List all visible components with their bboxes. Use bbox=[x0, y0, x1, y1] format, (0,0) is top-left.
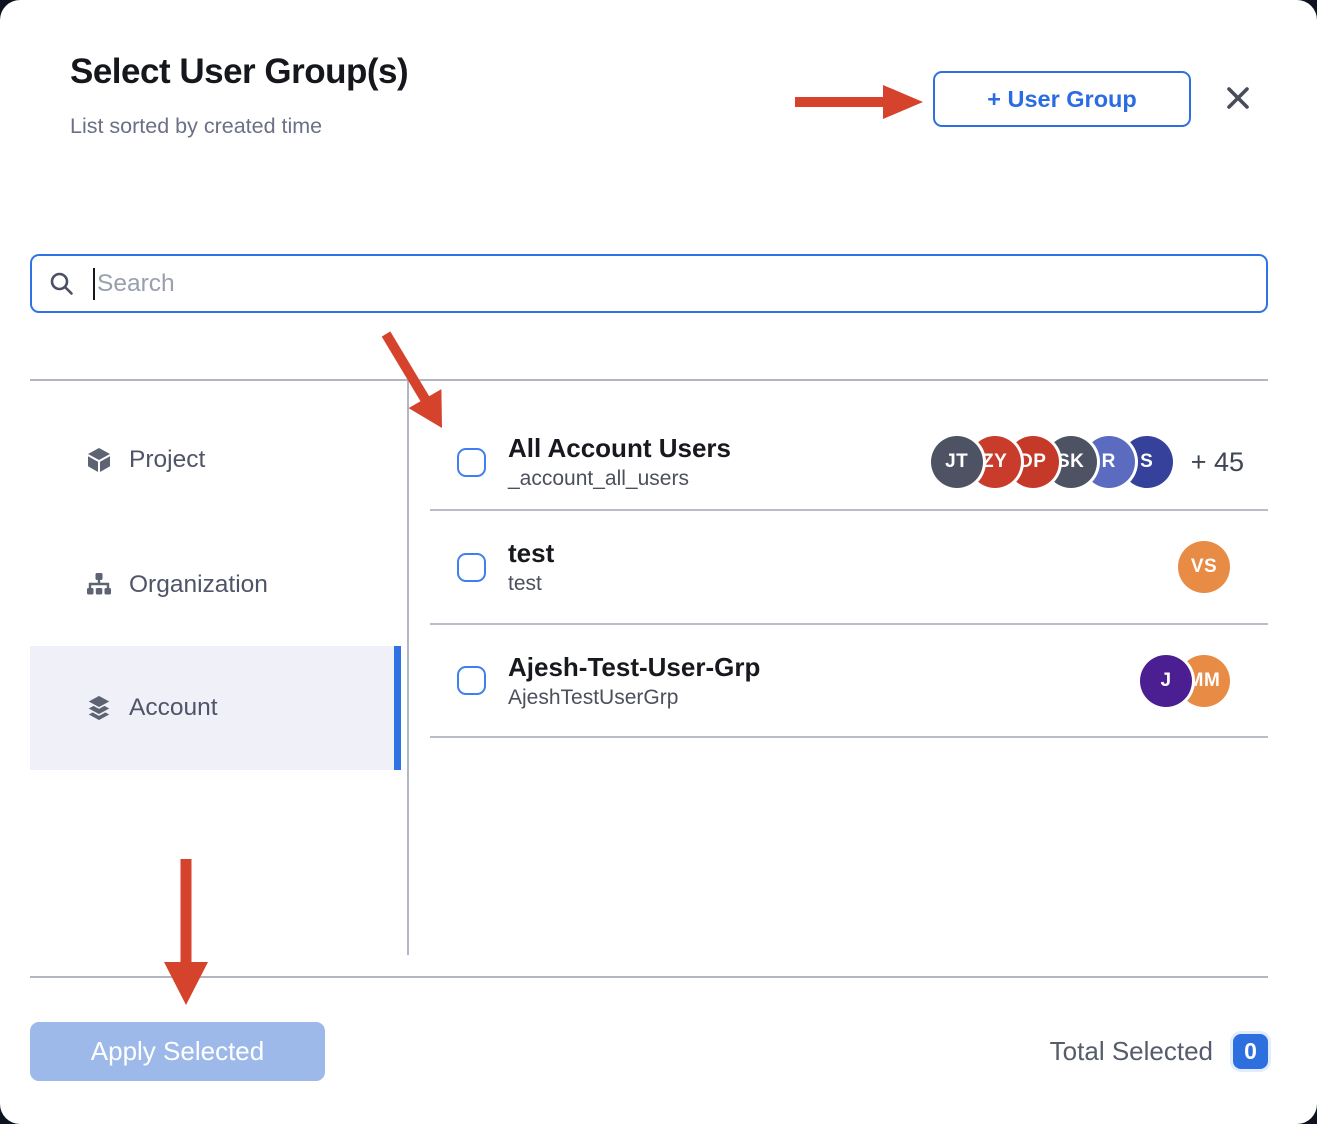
close-icon[interactable] bbox=[1219, 79, 1257, 117]
sidebar-item-account[interactable]: Account bbox=[30, 646, 401, 770]
avatar-overflow-count: + 45 bbox=[1191, 447, 1244, 478]
group-checkbox[interactable] bbox=[457, 666, 486, 695]
group-name: Ajesh-Test-User-Grp bbox=[508, 651, 1140, 684]
apply-selected-button[interactable]: Apply Selected bbox=[30, 1022, 325, 1081]
close-x-glyph bbox=[1222, 82, 1254, 114]
group-checkbox[interactable] bbox=[457, 553, 486, 582]
page-title: Select User Group(s) bbox=[70, 52, 408, 92]
avatar-stack: J MM bbox=[1140, 655, 1230, 707]
org-chart-icon bbox=[85, 571, 113, 599]
cube-icon bbox=[85, 446, 113, 474]
group-row-ajesh-test-user-grp[interactable]: Ajesh-Test-User-Grp AjeshTestUserGrp J M… bbox=[430, 625, 1268, 738]
avatar: J bbox=[1140, 655, 1192, 707]
add-user-group-button[interactable]: + User Group bbox=[933, 71, 1191, 127]
group-id: test bbox=[508, 570, 1178, 597]
total-selected-badge: 0 bbox=[1233, 1034, 1268, 1069]
layers-icon bbox=[85, 694, 113, 722]
search-box[interactable] bbox=[30, 254, 1268, 313]
sidebar-item-label: Project bbox=[129, 446, 205, 474]
group-checkbox[interactable] bbox=[457, 448, 486, 477]
search-icon bbox=[48, 270, 75, 297]
select-user-group-modal: Select User Group(s) List sorted by crea… bbox=[0, 0, 1317, 1124]
avatar: JT bbox=[931, 436, 983, 488]
sidebar-item-project[interactable]: Project bbox=[30, 430, 401, 490]
avatar: VS bbox=[1178, 541, 1230, 593]
group-id: _account_all_users bbox=[508, 465, 931, 492]
avatar-stack: JT ZY DP SK R S bbox=[931, 436, 1173, 488]
group-id: AjeshTestUserGrp bbox=[508, 684, 1140, 711]
annotation-arrow-add-group bbox=[793, 84, 925, 120]
total-selected-label: Total Selected bbox=[1050, 1036, 1213, 1067]
modal-subtitle: List sorted by created time bbox=[70, 114, 322, 139]
sidebar-item-label: Organization bbox=[129, 571, 268, 599]
sidebar-item-label: Account bbox=[129, 694, 218, 722]
group-name: All Account Users bbox=[508, 432, 931, 465]
avatar-stack: VS bbox=[1178, 541, 1230, 593]
group-row-test[interactable]: test test VS bbox=[430, 511, 1268, 625]
search-input[interactable] bbox=[95, 270, 1266, 298]
divider-vertical bbox=[407, 381, 409, 955]
group-row-all-account-users[interactable]: All Account Users _account_all_users JT … bbox=[430, 415, 1268, 511]
divider-footer bbox=[30, 976, 1268, 978]
sidebar-item-organization[interactable]: Organization bbox=[30, 555, 401, 615]
group-name: test bbox=[508, 537, 1178, 570]
total-selected: Total Selected 0 bbox=[1050, 1032, 1268, 1070]
scope-sidebar: Project Organization bbox=[30, 380, 401, 955]
